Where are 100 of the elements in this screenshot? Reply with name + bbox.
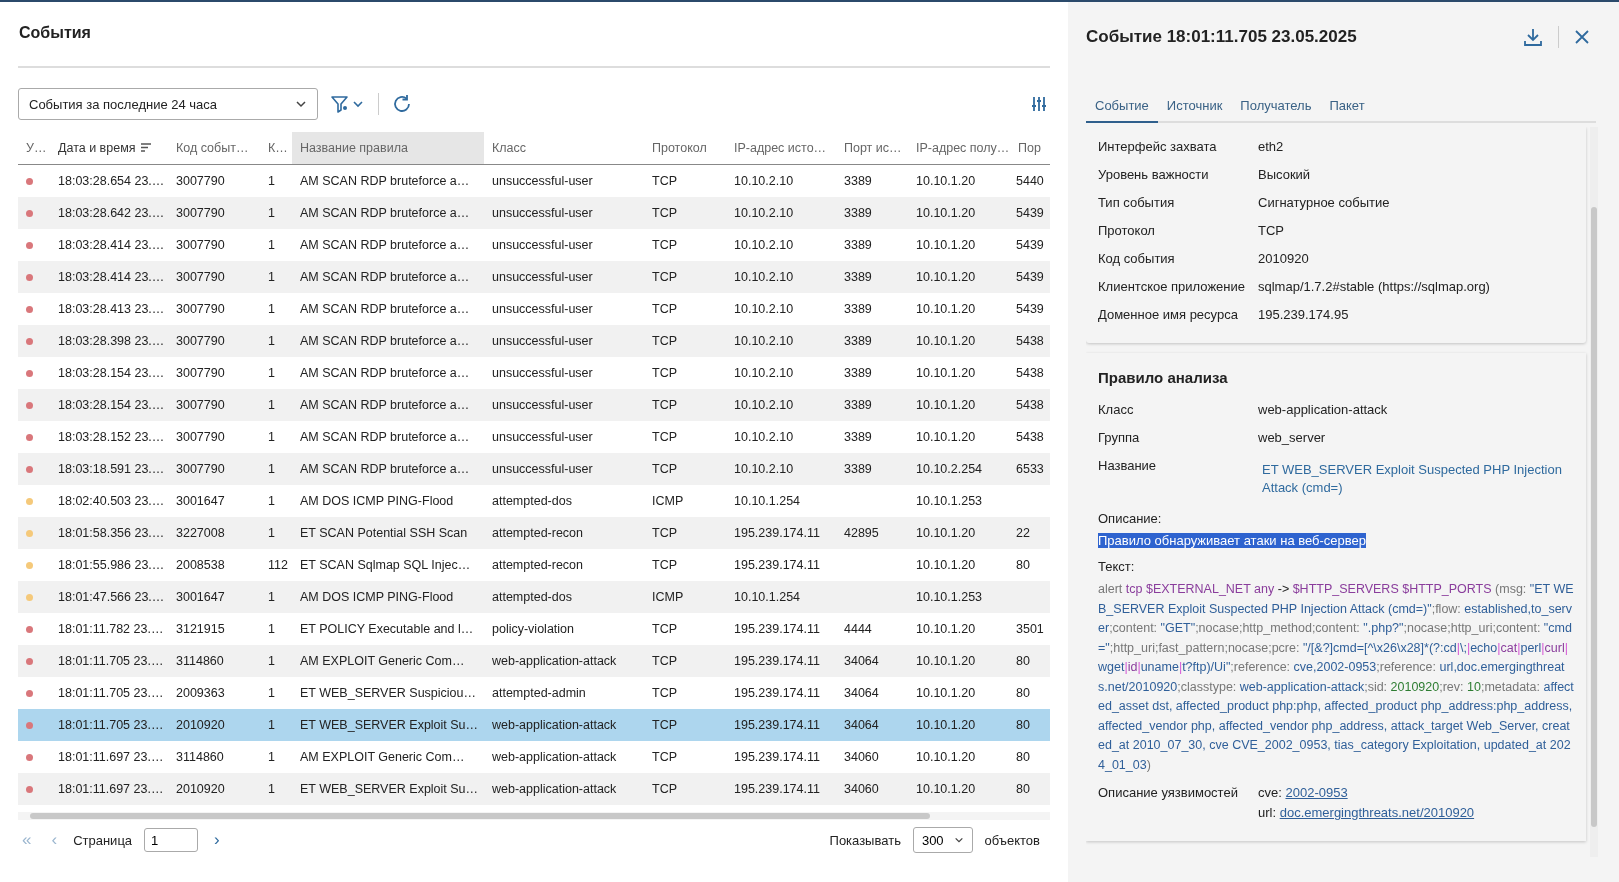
table-cell: 1 [268, 334, 275, 348]
table-cell: TCP [652, 206, 677, 220]
page-size-dropdown[interactable]: 300 [912, 827, 973, 853]
table-cell: 80 [1016, 558, 1030, 572]
field-value: 2010920 [1258, 250, 1309, 268]
table-cell: unsuccessful-user [492, 174, 593, 188]
rule-name-link[interactable]: ET WEB_SERVER Exploit Suspected PHP Injection Attack (cmd=) [1262, 461, 1562, 497]
tab[interactable]: Пакет [1320, 94, 1374, 123]
table-cell: 80 [1016, 750, 1030, 764]
table-cell: AM EXPLOIT Generic Com… [300, 750, 465, 764]
table-row[interactable]: 18:03:28.154 23.… 3007790 1 AM SCAN RDP bruteforce a… unsuccessful-user TCP 10.10.2.10 3389 10.10.1.20 5438 [18, 357, 1050, 389]
table-cell: 4444 [844, 622, 872, 636]
table-cell: 3501 [1016, 622, 1044, 636]
column-header[interactable]: Название правила [292, 132, 484, 165]
table-row[interactable]: 18:01:11.705 23.… 2009363 1 ET WEB_SERVER Suspiciou… attempted-admin TCP 195.239.174.11 34064 10.10.1.20 80 [18, 677, 1050, 709]
table-cell: TCP [652, 526, 677, 540]
table-row[interactable]: 18:03:28.654 23.… 3007790 1 AM SCAN RDP bruteforce a… unsuccessful-user TCP 10.10.2.10 3389 10.10.1.20 5440 [18, 164, 1050, 197]
tab[interactable]: Событие [1086, 94, 1158, 123]
table-row[interactable]: 18:01:55.986 23.… 2008538 112 ET SCAN Sqlmap SQL Injec… attempted-recon TCP 195.239.174.11 10.10.1.20 80 [18, 549, 1050, 581]
table-cell: AM EXPLOIT Generic Com… [300, 654, 465, 668]
table-cell: 10.10.1.20 [916, 782, 976, 796]
table-row[interactable]: 18:03:28.414 23.… 3007790 1 AM SCAN RDP bruteforce a… unsuccessful-user TCP 10.10.2.10 3389 10.10.1.20 5439 [18, 229, 1050, 261]
table-cell: 10.10.1.20 [916, 238, 976, 252]
table-cell: TCP [652, 270, 677, 284]
table-cell: 18:01:58.356 23.… [58, 526, 165, 540]
vertical-scrollbar[interactable] [1590, 127, 1598, 857]
table-row[interactable]: 18:02:40.503 23.… 3001647 1 AM DOS ICMP PING-Flood attempted-dos ICMP 10.10.1.254 10.10.1.253 [18, 485, 1050, 517]
table-cell: 18:01:11.697 23.… [58, 782, 164, 796]
table-cell: 10.10.1.20 [916, 174, 976, 188]
field-label: Интерфейс захвата [1098, 138, 1218, 156]
table-cell: 18:01:47.566 23.… [58, 590, 165, 604]
table-cell: unsuccessful-user [492, 334, 593, 348]
table-cell: 10.10.1.20 [916, 750, 976, 764]
table-cell: 1 [268, 654, 275, 668]
table-cell: 5438 [1016, 398, 1044, 412]
vuln-link[interactable]: 2002-0953 [1285, 785, 1348, 800]
column-header[interactable]: Порт ис… [836, 132, 908, 165]
table-row[interactable]: 18:03:28.152 23.… 3007790 1 AM SCAN RDP bruteforce a… unsuccessful-user TCP 10.10.2.10 3389 10.10.1.20 5438 [18, 421, 1050, 453]
table-cell: AM SCAN RDP bruteforce a… [300, 238, 470, 252]
table-cell: 3389 [844, 302, 872, 316]
column-header[interactable]: IP-адрес полу… [908, 132, 1010, 165]
table-cell: 1 [268, 366, 275, 380]
table-cell: 3389 [844, 334, 872, 348]
column-header[interactable]: Дата и время [50, 132, 168, 165]
next-page-button[interactable]: › [210, 830, 224, 850]
column-header[interactable]: Протокол [644, 132, 726, 165]
table-row[interactable]: 18:03:28.154 23.… 3007790 1 AM SCAN RDP bruteforce a… unsuccessful-user TCP 10.10.2.10 3389 10.10.1.20 5438 [18, 389, 1050, 421]
period-dropdown[interactable]: События за последние 24 часа [18, 88, 318, 120]
table-row[interactable]: 18:01:11.697 23.… 3114860 1 AM EXPLOIT Generic Com… web-application-attack TCP 195.239.174.11 34060 10.10.1.20 80 [18, 741, 1050, 773]
table-cell: 18:03:28.154 23.… [58, 366, 165, 380]
description-text: Правило обнаруживает атаки на веб-сервер [1098, 533, 1367, 548]
table-cell: 1 [268, 174, 275, 188]
column-header[interactable]: У… [18, 132, 50, 165]
table-row[interactable]: 18:01:11.782 23.… 3121915 1 ET POLICY Executable and l… policy-violation TCP 195.239.174.11 4444 10.10.1.20 3501 [18, 613, 1050, 645]
tab[interactable]: Источник [1157, 94, 1232, 123]
table-cell: 10.10.2.10 [734, 302, 794, 316]
table-cell: web-application-attack [492, 654, 617, 668]
table-cell: ET WEB_SERVER Exploit Su… [300, 718, 479, 732]
table-row[interactable]: 18:03:28.414 23.… 3007790 1 AM SCAN RDP bruteforce a… unsuccessful-user TCP 10.10.2.10 3389 10.10.1.20 5439 [18, 261, 1050, 293]
table-cell: TCP [652, 334, 677, 348]
page-label: Страница [73, 832, 133, 848]
vuln-link[interactable]: doc.emergingthreats.net/2010920 [1279, 805, 1475, 820]
table-row[interactable]: 18:01:58.356 23.… 3227008 1 ET SCAN Potential SSH Scan attempted-recon TCP 195.239.174.11 42895 10.10.1.20 22 [18, 517, 1050, 549]
field-label: Название [1098, 457, 1158, 475]
table-row[interactable]: 18:01:11.697 23.… 2010920 1 ET WEB_SERVER Exploit Su… web-application-attack TCP 195.239.174.11 34060 10.10.1.20 80 [18, 773, 1050, 805]
table-cell: 195.239.174.11 [734, 718, 820, 732]
table-cell: TCP [652, 686, 677, 700]
table-row[interactable]: 18:03:28.398 23.… 3007790 1 AM SCAN RDP bruteforce a… unsuccessful-user TCP 10.10.2.10 3389 10.10.1.20 5438 [18, 325, 1050, 357]
column-header[interactable]: IP-адрес исто… [726, 132, 836, 165]
table-cell: ET WEB_SERVER Suspiciou… [300, 686, 476, 700]
table-cell: 1 [268, 430, 275, 444]
table-row[interactable]: 18:03:28.642 23.… 3007790 1 AM SCAN RDP bruteforce a… unsuccessful-user TCP 10.10.2.10 3389 10.10.1.20 5439 [18, 197, 1050, 229]
table-cell: 10.10.1.20 [916, 622, 976, 636]
table-cell: 18:03:28.414 23.… [58, 238, 165, 252]
table-cell: 1 [268, 750, 275, 764]
tab[interactable]: Получатель [1231, 94, 1321, 123]
table-cell: 3389 [844, 398, 872, 412]
table-cell: TCP [652, 462, 677, 476]
horizontal-scrollbar[interactable] [18, 812, 1050, 820]
page-input[interactable]: 1 [144, 828, 199, 852]
table-cell: 3007790 [176, 334, 225, 348]
field-value: eth2 [1258, 138, 1284, 156]
field-label: Код события [1098, 250, 1176, 268]
column-header[interactable]: Пор [1010, 132, 1050, 165]
table-cell: 3389 [844, 270, 872, 284]
table-row[interactable]: 18:03:18.591 23.… 3007790 1 AM SCAN RDP bruteforce a… unsuccessful-user TCP 10.10.2.10 3389 10.10.2.254 6533 [18, 453, 1050, 485]
table-cell: 10.10.1.20 [916, 430, 976, 444]
description-label: Описание: [1098, 510, 1163, 528]
field-label: Тип события [1098, 194, 1176, 212]
column-header[interactable]: Код событ… [168, 132, 260, 165]
column-header[interactable]: Класс [484, 132, 644, 165]
table-cell: 3389 [844, 238, 872, 252]
table-cell: 3389 [844, 174, 872, 188]
table-row[interactable]: 18:03:28.413 23.… 3007790 1 AM SCAN RDP bruteforce a… unsuccessful-user TCP 10.10.2.10 3389 10.10.1.20 5439 [18, 293, 1050, 325]
table-cell: 1 [268, 590, 275, 604]
table-row[interactable]: 18:01:11.705 23.… 3114860 1 AM EXPLOIT Generic Com… web-application-attack TCP 195.239.174.11 34064 10.10.1.20 80 [18, 645, 1050, 677]
table-cell: 3001647 [176, 494, 225, 508]
table-row[interactable]: 18:01:47.566 23.… 3001647 1 AM DOS ICMP PING-Flood attempted-dos ICMP 10.10.1.254 10.10.1.253 [18, 581, 1050, 613]
table-row[interactable]: 18:01:11.705 23.… 2010920 1 ET WEB_SERVER Exploit Su… web-application-attack TCP 195.239.174.11 34064 10.10.1.20 80 [18, 709, 1050, 741]
table-cell: 10.10.1.20 [916, 654, 976, 668]
